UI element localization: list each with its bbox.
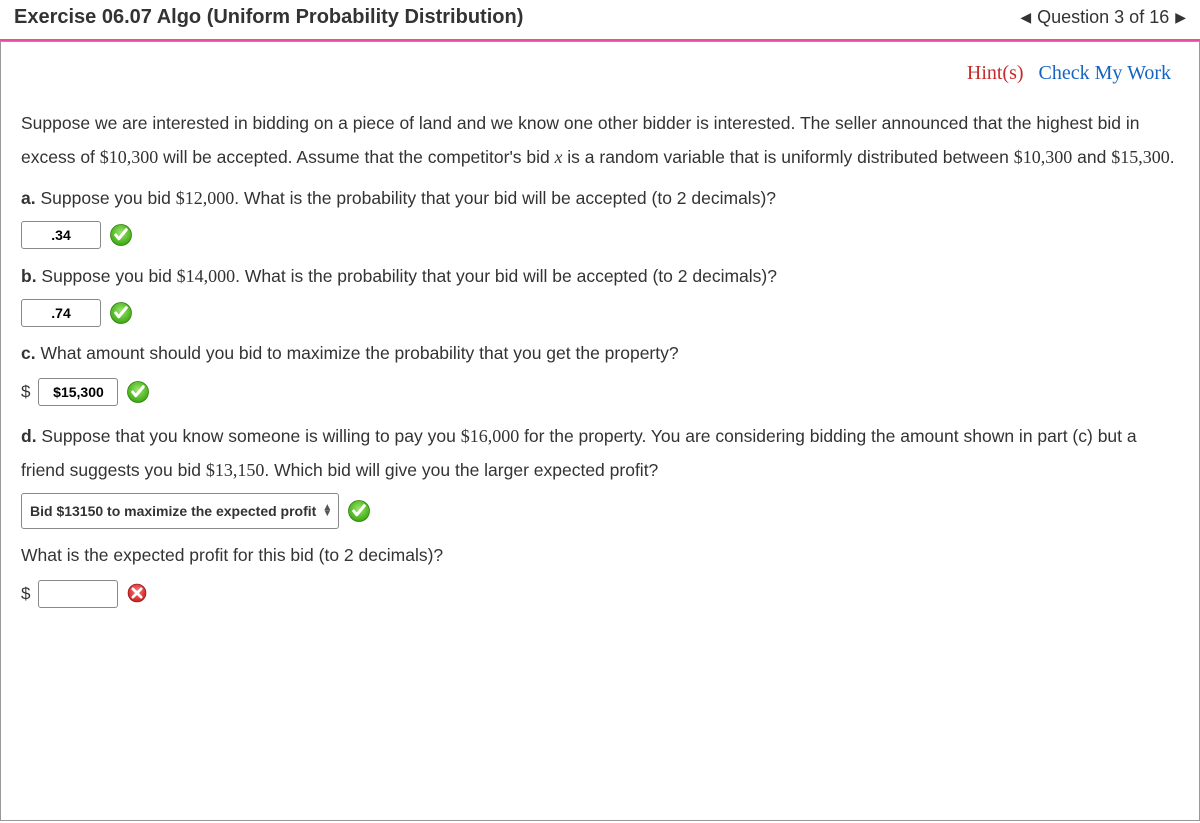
part-c-input[interactable]: [38, 378, 118, 406]
prev-question-arrow-icon[interactable]: ◀: [1020, 9, 1031, 26]
exercise-title: Exercise 06.07 Algo (Uniform Probability…: [14, 6, 523, 29]
correct-icon: [347, 499, 371, 523]
part-a-input[interactable]: [21, 221, 101, 249]
correct-icon: [109, 223, 133, 247]
part-d-select-row: Bid $13150 to maximize the expected prof…: [21, 493, 1179, 529]
part-d-select[interactable]: Bid $13150 to maximize the expected prof…: [21, 493, 339, 529]
part-d-profit-input[interactable]: [38, 580, 118, 608]
part-a-text: a. Suppose you bid $12,000. What is the …: [21, 181, 1179, 215]
part-b-input[interactable]: [21, 299, 101, 327]
part-d-text: d. Suppose that you know someone is will…: [21, 419, 1179, 488]
incorrect-icon: [126, 582, 150, 606]
hints-link[interactable]: Hint(s): [967, 62, 1024, 84]
part-d-answer-row: $: [21, 578, 1179, 610]
next-question-arrow-icon[interactable]: ▶: [1175, 9, 1186, 26]
part-d-followup: What is the expected profit for this bid…: [21, 539, 1179, 572]
action-row: Hint(s) Check My Work: [1, 42, 1199, 99]
correct-icon: [109, 301, 133, 325]
question-nav: ◀ Question 3 of 16 ▶: [1020, 7, 1186, 28]
correct-icon: [126, 380, 150, 404]
part-b-answer-row: [21, 299, 1179, 327]
content-frame: Hint(s) Check My Work Suppose we are int…: [0, 41, 1200, 821]
part-c-answer-row: $: [21, 376, 1179, 408]
question-position: Question 3 of 16: [1037, 7, 1169, 28]
part-a-answer-row: [21, 221, 1179, 249]
part-c-text: c. What amount should you bid to maximiz…: [21, 337, 1179, 370]
check-my-work-link[interactable]: Check My Work: [1039, 62, 1171, 84]
dollar-prefix: $: [21, 578, 30, 610]
part-b-text: b. Suppose you bid $14,000. What is the …: [21, 259, 1179, 293]
problem-body: Suppose we are interested in bidding on …: [1, 99, 1199, 611]
dollar-prefix: $: [21, 376, 30, 408]
header-bar: Exercise 06.07 Algo (Uniform Probability…: [0, 0, 1200, 41]
select-caret-icon: ▲▼: [322, 505, 332, 517]
intro-paragraph: Suppose we are interested in bidding on …: [21, 107, 1179, 175]
